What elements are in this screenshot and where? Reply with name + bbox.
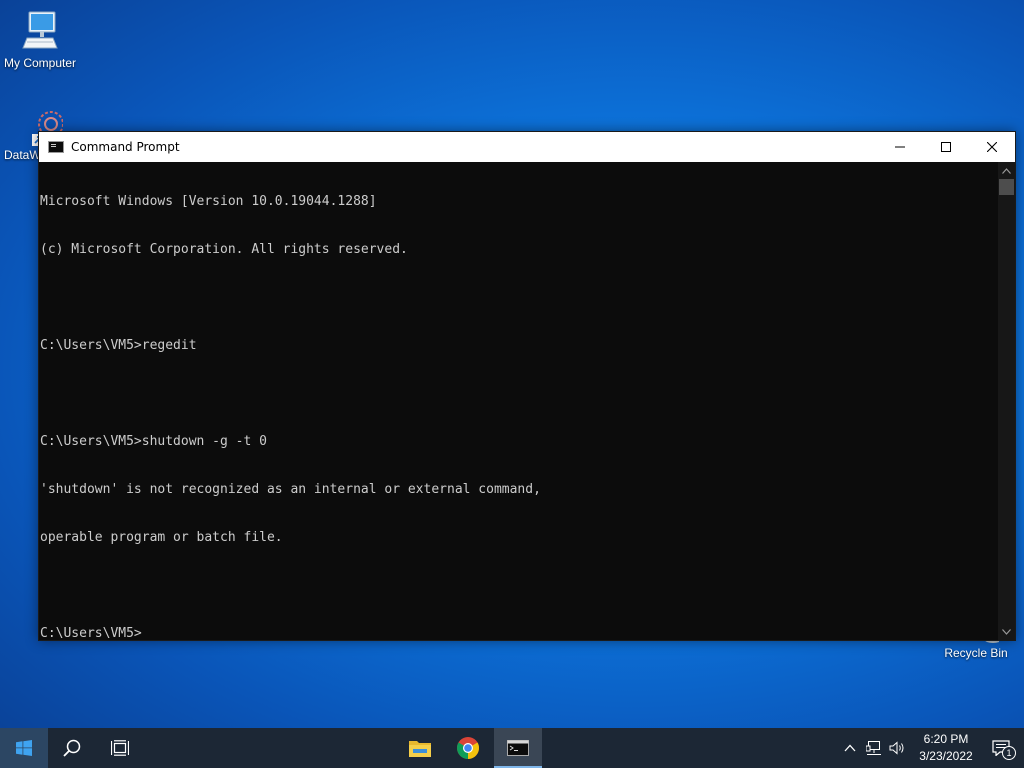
network-icon xyxy=(866,741,881,755)
console-line: (c) Microsoft Corporation. All rights re… xyxy=(40,242,408,257)
vertical-scrollbar[interactable] xyxy=(998,162,1015,640)
window-controls xyxy=(877,132,1015,162)
close-button[interactable] xyxy=(969,132,1015,162)
windows-logo-icon xyxy=(16,740,32,756)
desktop-icon-label: My Computer xyxy=(3,56,77,70)
taskbar: 6:20 PM 3/23/2022 1 xyxy=(0,728,1024,768)
system-tray: 6:20 PM 3/23/2022 1 xyxy=(838,728,1024,768)
command-prompt-window[interactable]: Command Prompt Microsoft Windows [Versio… xyxy=(38,131,1016,641)
console-line: operable program or batch file. xyxy=(40,530,283,545)
chrome-taskbar-button[interactable] xyxy=(444,728,492,768)
chrome-icon xyxy=(457,737,479,759)
window-title: Command Prompt xyxy=(71,140,180,154)
chevron-up-icon xyxy=(844,744,856,752)
show-hidden-icons-button[interactable] xyxy=(838,728,862,768)
task-view-button[interactable] xyxy=(96,728,144,768)
search-icon xyxy=(63,739,81,757)
command-prompt-taskbar-button[interactable] xyxy=(494,728,542,768)
console-line: C:\Users\VM5>regedit xyxy=(40,338,197,353)
notification-count-badge: 1 xyxy=(1002,746,1016,760)
cmd-icon xyxy=(48,141,64,153)
chevron-down-icon xyxy=(1002,628,1011,635)
maximize-button[interactable] xyxy=(923,132,969,162)
minimize-button[interactable] xyxy=(877,132,923,162)
volume-tray-button[interactable] xyxy=(886,728,910,768)
desktop-icon-my-computer[interactable]: My Computer xyxy=(0,8,80,70)
scroll-up-button[interactable] xyxy=(998,162,1015,179)
close-icon xyxy=(987,142,997,152)
chevron-up-icon xyxy=(1002,167,1011,174)
folder-icon xyxy=(409,741,431,757)
minimize-icon xyxy=(895,146,905,148)
network-tray-button[interactable] xyxy=(862,728,886,768)
clock-date: 3/23/2022 xyxy=(919,749,973,763)
window-titlebar[interactable]: Command Prompt xyxy=(39,132,1015,162)
volume-icon xyxy=(889,741,904,755)
maximize-icon xyxy=(941,142,951,152)
clock[interactable]: 6:20 PM 3/23/2022 xyxy=(914,731,978,765)
monitor-icon xyxy=(22,11,58,49)
search-button[interactable] xyxy=(48,728,96,768)
console-line: 'shutdown' is not recognized as an inter… xyxy=(40,482,541,497)
start-button[interactable] xyxy=(0,728,48,768)
console-output[interactable]: Microsoft Windows [Version 10.0.19044.12… xyxy=(39,162,998,640)
clock-time: 6:20 PM xyxy=(923,732,969,746)
scroll-down-button[interactable] xyxy=(998,623,1015,640)
scroll-thumb[interactable] xyxy=(999,179,1014,195)
desktop-icon-label: Recycle Bin xyxy=(944,646,1008,660)
console-line: C:\Users\VM5>shutdown -g -t 0 xyxy=(40,434,267,449)
notification-center-button[interactable]: 1 xyxy=(978,728,1024,768)
cmd-icon xyxy=(507,740,529,756)
console-prompt-line: C:\Users\VM5> xyxy=(40,626,142,640)
task-view-icon xyxy=(111,740,129,756)
file-explorer-taskbar-button[interactable] xyxy=(396,728,444,768)
console-line: Microsoft Windows [Version 10.0.19044.12… xyxy=(40,194,377,209)
